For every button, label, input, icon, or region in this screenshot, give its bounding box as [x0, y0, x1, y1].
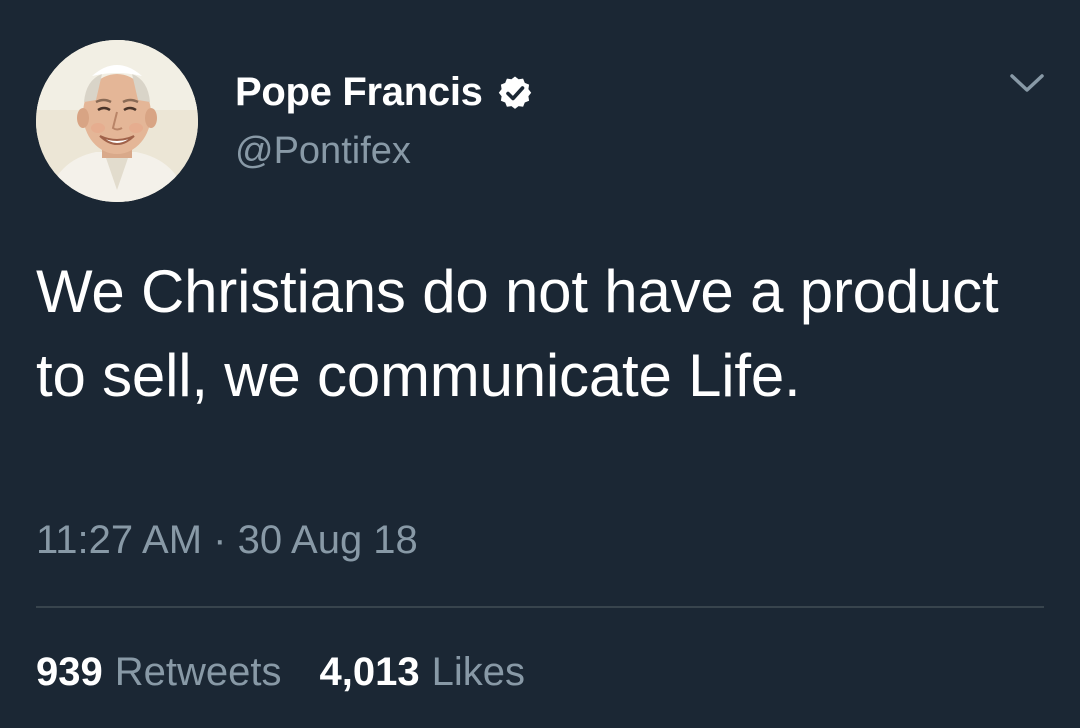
author-name-row: Pope Francis	[235, 70, 533, 115]
likes-stat[interactable]: 4,013 Likes	[320, 650, 526, 695]
verified-badge-icon	[498, 76, 531, 109]
tweet-card: Pope Francis @Pontifex We Christians do …	[0, 0, 1080, 728]
author-display-name[interactable]: Pope Francis	[235, 70, 483, 115]
tweet-date: 30 Aug 18	[237, 518, 418, 562]
tweet-timestamp[interactable]: 11:27 AM · 30 Aug 18	[36, 518, 418, 563]
likes-count: 4,013	[319, 650, 420, 694]
divider	[36, 606, 1044, 608]
retweets-stat[interactable]: 939 Retweets	[36, 650, 282, 695]
retweets-count: 939	[36, 650, 103, 694]
chevron-down-icon	[1010, 74, 1044, 92]
tweet-text: We Christians do not have a product to s…	[36, 258, 999, 409]
tweet-stats: 939 Retweets 4,013 Likes	[36, 650, 525, 695]
author-avatar[interactable]	[36, 40, 198, 202]
author-handle[interactable]: @Pontifex	[235, 130, 411, 173]
likes-label: Likes	[431, 650, 525, 694]
timestamp-separator: ·	[213, 518, 227, 562]
tweet-time: 11:27 AM	[36, 518, 203, 562]
tweet-menu-button[interactable]	[1006, 66, 1048, 102]
avatar-photo	[36, 40, 198, 202]
retweets-label: Retweets	[114, 650, 282, 694]
